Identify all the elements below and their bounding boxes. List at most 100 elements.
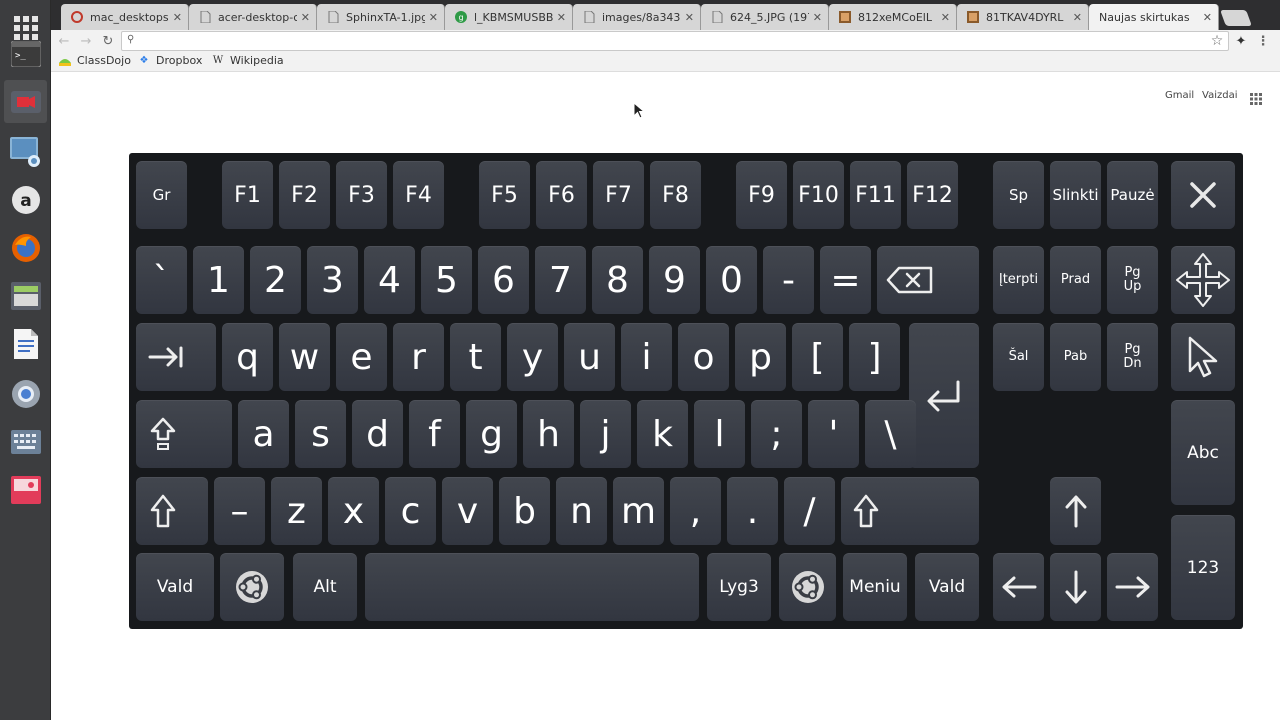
key-arrow-up[interactable] xyxy=(1050,477,1101,545)
key-end[interactable]: Pab xyxy=(1050,323,1101,391)
key-numeric-layout[interactable]: 123 xyxy=(1171,515,1235,620)
key-b[interactable]: b xyxy=(499,477,550,545)
key-8[interactable]: 8 xyxy=(592,246,643,314)
key-level3[interactable]: Lyg3 xyxy=(707,553,771,621)
tab-item-active[interactable]: Naujas skirtukas ✕ xyxy=(1089,4,1219,30)
key-s[interactable]: s xyxy=(295,400,346,468)
key-0[interactable]: 0 xyxy=(706,246,757,314)
tab-item[interactable]: 81TKAV4DYRL ✕ xyxy=(957,4,1089,30)
key-j[interactable]: j xyxy=(580,400,631,468)
key-arrow-down[interactable] xyxy=(1050,553,1101,621)
images-link[interactable]: Vaizdai xyxy=(1202,90,1237,101)
key-backslash[interactable]: \ xyxy=(865,400,916,468)
tab-item[interactable]: g l_KBMSMUSBB ✕ xyxy=(445,4,573,30)
key-shift-right[interactable] xyxy=(841,477,979,545)
key-menu[interactable]: Meniu xyxy=(843,553,907,621)
key-page-up[interactable]: Pg Up xyxy=(1107,246,1158,314)
key-f9[interactable]: F9 xyxy=(736,161,787,229)
close-icon[interactable]: ✕ xyxy=(685,11,694,24)
key-y[interactable]: y xyxy=(507,323,558,391)
launcher-item-firefox[interactable] xyxy=(4,226,47,269)
launcher-item-files[interactable] xyxy=(4,274,47,317)
key-f11[interactable]: F11 xyxy=(850,161,901,229)
key-home[interactable]: Prad xyxy=(1050,246,1101,314)
key-r[interactable]: r xyxy=(393,323,444,391)
key-g[interactable]: g xyxy=(466,400,517,468)
key-l[interactable]: l xyxy=(694,400,745,468)
omnibox[interactable]: ⚲ xyxy=(121,31,1229,51)
key-insert[interactable]: Įterpti xyxy=(993,246,1044,314)
key-f12[interactable]: F12 xyxy=(907,161,958,229)
close-icon[interactable]: ✕ xyxy=(301,11,310,24)
key-h[interactable]: h xyxy=(523,400,574,468)
key-period[interactable]: . xyxy=(727,477,778,545)
pointer-mode-button[interactable] xyxy=(1171,323,1235,391)
key-arrow-left[interactable] xyxy=(993,553,1044,621)
key-arrow-right[interactable] xyxy=(1107,553,1158,621)
key-a[interactable]: a xyxy=(238,400,289,468)
key-5[interactable]: 5 xyxy=(421,246,472,314)
tab-item[interactable]: acer-desktop-c ✕ xyxy=(189,4,317,30)
bookmark-wikipedia[interactable]: W Wikipedia xyxy=(212,54,284,67)
launcher-item-terminal[interactable]: >_ xyxy=(4,32,47,75)
key-f[interactable]: f xyxy=(409,400,460,468)
key-9[interactable]: 9 xyxy=(649,246,700,314)
tab-item[interactable]: mac_desktops ✕ xyxy=(61,4,189,30)
tab-item[interactable]: SphinxTA-1.jpg ✕ xyxy=(317,4,445,30)
key-slash[interactable]: / xyxy=(784,477,835,545)
key-ctrl-left[interactable]: Vald xyxy=(136,553,214,621)
key-page-down[interactable]: Pg Dn xyxy=(1107,323,1158,391)
key-abc-layout[interactable]: Abc xyxy=(1171,400,1235,505)
key-k[interactable]: k xyxy=(637,400,688,468)
key-x[interactable]: x xyxy=(328,477,379,545)
key-caps-lock[interactable] xyxy=(136,400,232,468)
key-i[interactable]: i xyxy=(621,323,672,391)
key-w[interactable]: w xyxy=(279,323,330,391)
key-left-bracket[interactable]: [ xyxy=(792,323,843,391)
key-f7[interactable]: F7 xyxy=(593,161,644,229)
close-icon[interactable]: ✕ xyxy=(813,11,822,24)
key-4[interactable]: 4 xyxy=(364,246,415,314)
bookmark-star-button[interactable]: ☆ xyxy=(1208,32,1226,50)
key-f1[interactable]: F1 xyxy=(222,161,273,229)
close-keyboard-button[interactable] xyxy=(1171,161,1235,229)
back-button[interactable]: ← xyxy=(55,32,73,50)
key-right-bracket[interactable]: ] xyxy=(849,323,900,391)
key-super-left[interactable] xyxy=(220,553,284,621)
key-f2[interactable]: F2 xyxy=(279,161,330,229)
bookmark-classdojo[interactable]: ClassDojo xyxy=(59,54,131,67)
extension-button[interactable]: ✦ xyxy=(1232,32,1250,50)
close-icon[interactable]: ✕ xyxy=(173,11,182,24)
key-scroll-lock[interactable]: Slinkti xyxy=(1050,161,1101,229)
key-dash[interactable]: – xyxy=(214,477,265,545)
key-3[interactable]: 3 xyxy=(307,246,358,314)
key-q[interactable]: q xyxy=(222,323,273,391)
close-icon[interactable]: ✕ xyxy=(941,11,950,24)
key-pause[interactable]: Pauzė xyxy=(1107,161,1158,229)
key-1[interactable]: 1 xyxy=(193,246,244,314)
launcher-item-app[interactable] xyxy=(4,468,47,511)
key-semicolon[interactable]: ; xyxy=(751,400,802,468)
launcher-item-recorder[interactable] xyxy=(4,80,47,123)
key-tab[interactable] xyxy=(136,323,216,391)
key-backspace[interactable] xyxy=(877,246,979,314)
launcher-item-keyboard[interactable] xyxy=(4,420,47,463)
key-delete[interactable]: Šal xyxy=(993,323,1044,391)
key-n[interactable]: n xyxy=(556,477,607,545)
launcher-item-document[interactable] xyxy=(4,322,47,365)
bookmark-dropbox[interactable]: ❖ Dropbox xyxy=(138,54,203,67)
gmail-link[interactable]: Gmail xyxy=(1165,90,1194,101)
key-apostrophe[interactable]: ' xyxy=(808,400,859,468)
key-v[interactable]: v xyxy=(442,477,493,545)
key-2[interactable]: 2 xyxy=(250,246,301,314)
key-t[interactable]: t xyxy=(450,323,501,391)
key-f6[interactable]: F6 xyxy=(536,161,587,229)
key-z[interactable]: z xyxy=(271,477,322,545)
key-space[interactable] xyxy=(365,553,699,621)
key-shift-left[interactable] xyxy=(136,477,208,545)
tab-item[interactable]: images/8a343 ✕ xyxy=(573,4,701,30)
reload-button[interactable]: ↻ xyxy=(99,32,117,50)
tab-item[interactable]: 624_5.JPG (197 ✕ xyxy=(701,4,829,30)
key-e[interactable]: e xyxy=(336,323,387,391)
key-6[interactable]: 6 xyxy=(478,246,529,314)
